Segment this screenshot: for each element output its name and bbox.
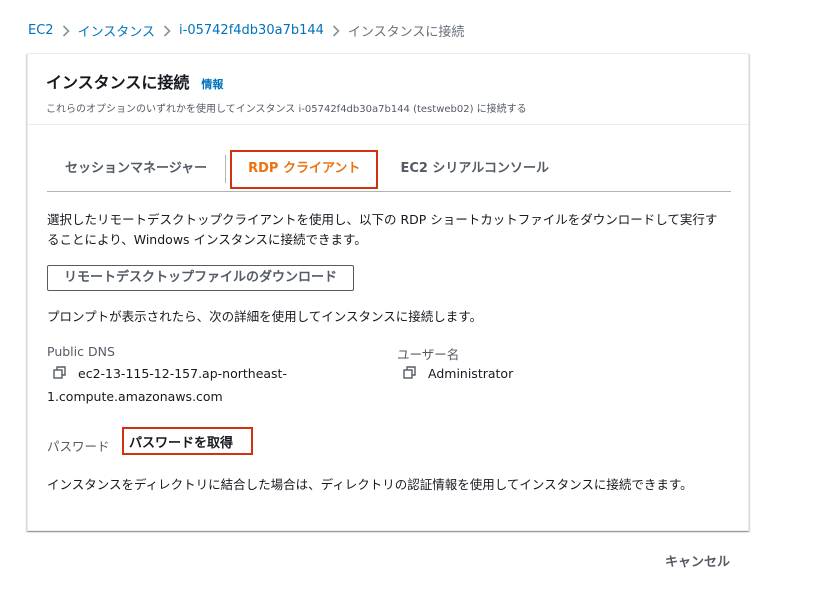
breadcrumb-instance-id[interactable]: i-05742f4db30a7b144	[179, 23, 324, 38]
breadcrumb-ec2[interactable]: EC2	[28, 23, 54, 38]
rdp-intro-line-1: 選択したリモートデスクトップクライアントを使用し、以下の RDP ショートカット…	[47, 212, 718, 227]
breadcrumb-instances[interactable]: インスタンス	[78, 21, 155, 40]
copy-icon[interactable]	[403, 363, 419, 386]
chevron-right-icon	[324, 23, 348, 38]
connect-panel: インスタンスに接続 情報 これらのオプションのいずれかを使用してインスタンス i…	[27, 53, 749, 531]
chevron-right-icon	[155, 23, 179, 38]
connection-tabs: セッションマネージャー RDP クライアント EC2 シリアルコンソール	[47, 146, 731, 192]
username-value: Administrator	[403, 362, 513, 386]
public-dns-line-1: ec2-13-115-12-157.ap-northeast-	[78, 366, 287, 381]
chevron-right-icon	[54, 23, 78, 38]
public-dns-line-2: 1.compute.amazonaws.com	[47, 389, 223, 404]
page-title: インスタンスに接続	[46, 73, 190, 92]
tab-serial-console[interactable]: EC2 シリアルコンソール	[382, 152, 567, 186]
breadcrumb-current: インスタンスに接続	[347, 25, 465, 40]
rdp-intro-line-2: ることにより、Windows インスタンスに接続できます。	[47, 232, 367, 247]
tab-divider	[225, 154, 227, 183]
breadcrumb: EC2 インスタンス i-05742f4db30a7b144 インスタンスに接続	[28, 21, 464, 40]
tab-session-manager[interactable]: セッションマネージャー	[47, 152, 225, 186]
public-dns-value: ec2-13-115-12-157.ap-northeast-	[53, 362, 287, 386]
rdp-tab-content: 選択したリモートデスクトップクライアントを使用し、以下の RDP ショートカット…	[47, 210, 731, 492]
prompt-text: プロンプトが表示されたら、次の詳細を使用してインスタンスに接続します。	[47, 309, 483, 324]
directory-note: インスタンスをディレクトリに結合した場合は、ディレクトリの認証情報を使用してイン…	[47, 477, 693, 492]
tab-rdp-client-label: RDP クライアント	[248, 160, 361, 176]
copy-icon[interactable]	[53, 363, 69, 386]
public-dns-label: Public DNS	[47, 344, 115, 359]
password-label: パスワード	[47, 439, 110, 454]
username-text: Administrator	[428, 366, 514, 381]
info-link[interactable]: 情報	[201, 76, 223, 92]
username-label: ユーザー名	[397, 347, 460, 362]
panel-header: インスタンスに接続 情報 これらのオプションのいずれかを使用してインスタンス i…	[28, 54, 748, 125]
cancel-button[interactable]: キャンセル	[665, 551, 730, 570]
panel-description: これらのオプションのいずれかを使用してインスタンス i-05742f4db30a…	[46, 104, 527, 115]
get-password-link[interactable]: パスワードを取得	[122, 427, 253, 455]
download-rdp-file-button[interactable]: リモートデスクトップファイルのダウンロード	[47, 265, 354, 291]
tab-rdp-client[interactable]: RDP クライアント	[230, 149, 379, 189]
